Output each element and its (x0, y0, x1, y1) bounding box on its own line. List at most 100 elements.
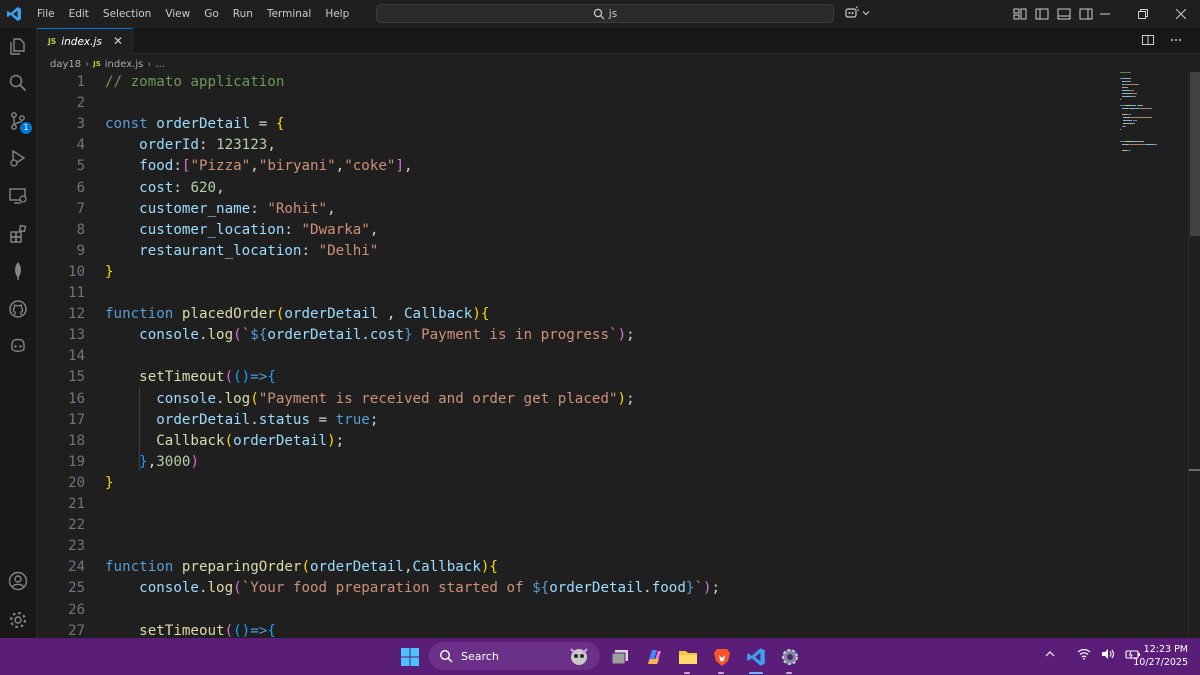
code-line[interactable]: 4 orderId: 123123, (37, 135, 1117, 156)
breadcrumb-folder[interactable]: day18 (50, 59, 81, 70)
code-text[interactable]: // zomato application (105, 72, 284, 93)
code-line[interactable]: 6 cost: 620, (37, 178, 1117, 199)
menu-terminal[interactable]: Terminal (260, 0, 318, 28)
account-icon[interactable] (6, 569, 30, 593)
code-text[interactable]: customer_location: "Dwarka", (105, 220, 378, 241)
code-line[interactable]: 27 setTimeout(()=>{ (37, 621, 1117, 638)
code-line[interactable]: 2 (37, 93, 1117, 114)
menu-run[interactable]: Run (226, 0, 260, 28)
mongodb-leaf-icon[interactable] (6, 259, 30, 283)
toggle-panel-icon[interactable] (1057, 7, 1071, 21)
menu-help[interactable]: Help (318, 0, 356, 28)
code-text[interactable]: console.log(`${orderDetail.cost} Payment… (105, 325, 634, 346)
code-text[interactable]: } (105, 262, 114, 283)
brave-browser-icon[interactable] (710, 645, 734, 669)
code-line[interactable]: 22 (37, 515, 1117, 536)
code-text[interactable]: } (105, 473, 114, 494)
code-text[interactable]: orderId: 123123, (105, 135, 276, 156)
menu-edit[interactable]: Edit (62, 0, 96, 28)
code-text[interactable]: setTimeout(()=>{ (105, 367, 276, 388)
wifi-icon[interactable] (1077, 648, 1091, 660)
code-text[interactable]: },3000) (105, 452, 199, 473)
remote-explorer-icon[interactable] (6, 184, 30, 208)
extensions-icon[interactable] (6, 222, 30, 246)
minimap-segment (1138, 108, 1150, 109)
customize-layout-icon[interactable] (1013, 7, 1027, 21)
menu-view[interactable]: View (158, 0, 197, 28)
code-text[interactable]: Callback(orderDetail); (105, 431, 344, 452)
copilot-button[interactable] (844, 6, 870, 20)
source-control-icon[interactable]: 1 (6, 109, 32, 134)
more-actions-icon[interactable] (1170, 34, 1182, 46)
code-line[interactable]: 14 (37, 346, 1117, 367)
code-line[interactable]: 1 // zomato application (37, 72, 1117, 93)
manage-gear-icon[interactable] (6, 608, 30, 632)
code-line[interactable]: 9 restaurant_location: "Delhi" (37, 241, 1117, 262)
tab-index-js[interactable]: JS index.js ✕ (37, 28, 133, 54)
breadcrumb-file[interactable]: index.js (105, 59, 144, 70)
copilot-app-icon[interactable] (642, 645, 666, 669)
code-line[interactable]: 17 orderDetail.status = true; (37, 410, 1117, 431)
github-icon[interactable] (6, 297, 30, 321)
volume-icon[interactable] (1101, 648, 1115, 660)
task-view-icon[interactable] (608, 645, 632, 669)
code-line[interactable]: 3 const orderDetail = { (37, 114, 1117, 135)
breadcrumb-more[interactable]: ... (155, 59, 165, 70)
tab-close-icon[interactable]: ✕ (113, 34, 123, 48)
code-text[interactable]: restaurant_location: "Delhi" (105, 241, 378, 262)
code-line[interactable]: 13 console.log(`${orderDetail.cost} Paym… (37, 325, 1117, 346)
command-center-search[interactable]: js (376, 4, 834, 23)
code-text[interactable]: orderDetail.status = true; (105, 410, 378, 431)
code-line[interactable]: 15 setTimeout(()=>{ (37, 367, 1117, 388)
minimap-segment (1128, 144, 1145, 145)
taskbar-search-box[interactable]: Search (429, 642, 600, 670)
code-text[interactable]: cost: 620, (105, 178, 224, 199)
code-line[interactable]: 26 (37, 600, 1117, 621)
menu-file[interactable]: File (30, 0, 62, 28)
code-line[interactable]: 24 function preparingOrder(orderDetail,Ca… (37, 557, 1117, 578)
editor-scrollbar[interactable] (1188, 72, 1200, 638)
restore-button[interactable] (1124, 0, 1162, 28)
code-editor[interactable]: 1// zomato application 2 3 const orderDetai… (37, 72, 1187, 638)
minimize-button[interactable] (1086, 0, 1124, 28)
menu-selection[interactable]: Selection (96, 0, 158, 28)
code-text[interactable]: function placedOrder(orderDetail , Callb… (105, 304, 489, 325)
code-line[interactable]: 5 food:["Pizza","biryani","coke"], (37, 156, 1117, 177)
explorer-icon[interactable] (6, 34, 30, 58)
settings-app-icon[interactable] (778, 645, 802, 669)
close-window-button[interactable] (1162, 0, 1200, 28)
code-line[interactable]: 10} (37, 262, 1117, 283)
vscode-taskbar-icon[interactable] (744, 645, 768, 669)
code-text[interactable]: const orderDetail = { (105, 114, 284, 135)
code-line[interactable]: 25 console.log(`Your food preparation st… (37, 578, 1117, 599)
code-text[interactable]: setTimeout(()=>{ (105, 621, 276, 638)
run-debug-icon[interactable] (6, 146, 30, 170)
code-line[interactable]: 11 (37, 283, 1117, 304)
system-clock[interactable]: 12:23 PM 10/27/2025 (1128, 643, 1188, 669)
split-editor-icon[interactable] (1142, 34, 1154, 46)
windows-start-icon[interactable] (398, 645, 422, 669)
code-line[interactable]: 23 (37, 536, 1117, 557)
scrollbar-thumb[interactable] (1190, 72, 1200, 236)
code-text[interactable]: customer_name: "Rohit", (105, 199, 335, 220)
code-line[interactable]: 12 function placedOrder(orderDetail , Cal… (37, 304, 1117, 325)
menu-go[interactable]: Go (197, 0, 226, 28)
chevron-up-icon[interactable] (1045, 649, 1055, 659)
code-line[interactable]: 8 customer_location: "Dwarka", (37, 220, 1117, 241)
code-text[interactable]: console.log("Payment is received and ord… (105, 389, 634, 410)
toggle-primary-sidebar-icon[interactable] (1035, 7, 1049, 21)
code-line[interactable]: 19 },3000) (37, 452, 1117, 473)
code-line[interactable]: 20} (37, 473, 1117, 494)
code-line[interactable]: 18 Callback(orderDetail); (37, 431, 1117, 452)
file-explorer-icon[interactable] (676, 645, 700, 669)
code-line[interactable]: 21 (37, 494, 1117, 515)
search-sidebar-icon[interactable] (6, 71, 30, 95)
copilot-chat-icon[interactable] (6, 334, 30, 358)
code-line[interactable]: 16 console.log("Payment is received and … (37, 389, 1117, 410)
code-token: . (250, 411, 259, 428)
code-text[interactable]: food:["Pizza","biryani","coke"], (105, 156, 412, 177)
minimap[interactable] (1118, 72, 1188, 162)
code-line[interactable]: 7 customer_name: "Rohit", (37, 199, 1117, 220)
code-text[interactable]: console.log(`Your food preparation start… (105, 578, 720, 599)
code-text[interactable]: function preparingOrder(orderDetail,Call… (105, 557, 498, 578)
